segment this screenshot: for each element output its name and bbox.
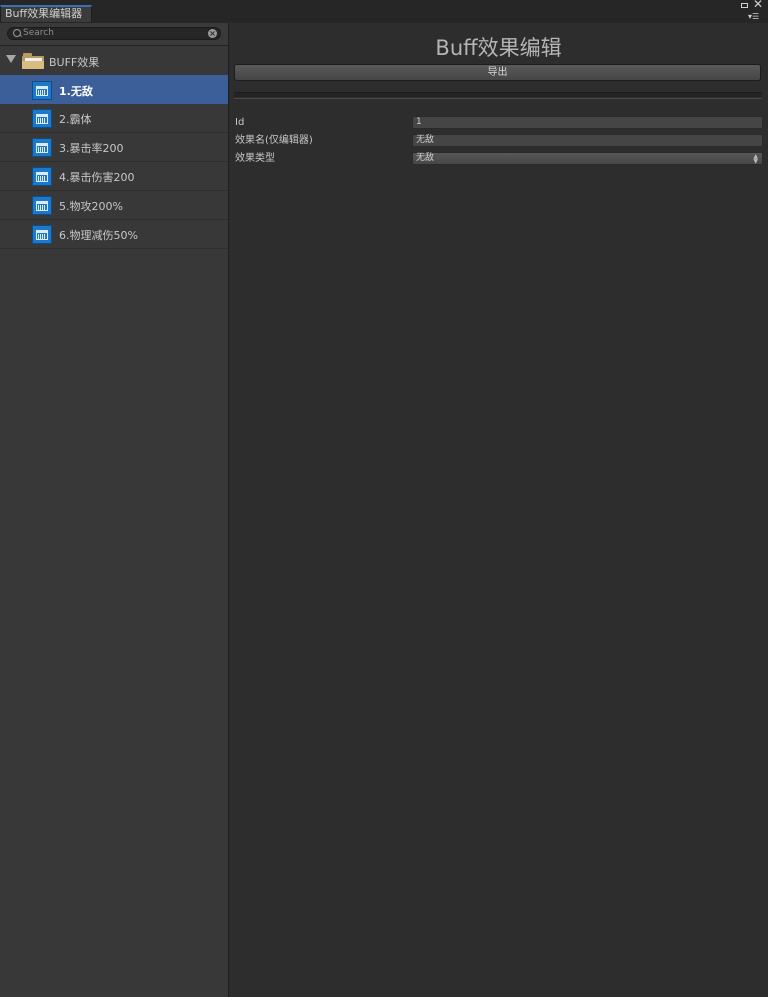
tree-item-4[interactable]: 4.暴击伤害200 — [0, 162, 228, 191]
search-field[interactable]: × — [7, 27, 221, 40]
buff-editor-panel: Buff效果编辑 导出 Id 1 效果名(仅编辑器) 无敌 效果类型 无敌 ▲ ▼ — [229, 23, 768, 997]
tree-root-folder[interactable]: BUFF效果 — [0, 46, 228, 75]
effect-type-select[interactable]: 无敌 ▲ ▼ — [412, 152, 763, 165]
buff-effect-icon — [32, 138, 52, 157]
buff-effect-icon — [32, 167, 52, 186]
search-icon — [13, 29, 21, 37]
tree-item-label: 3.暴击率200 — [59, 142, 124, 155]
divider — [234, 98, 762, 99]
buff-effect-icon — [32, 225, 52, 244]
export-button[interactable]: 导出 — [234, 64, 761, 81]
tree-item-2[interactable]: 2.霸体 — [0, 104, 228, 133]
effect-type-value: 无敌 — [416, 153, 435, 163]
tree-item-6[interactable]: 6.物理减伤50% — [0, 220, 228, 249]
tree-item-label: 5.物攻200% — [59, 200, 123, 213]
editor-tab-bar: Buff效果编辑器 ✕ ▾☰ — [0, 0, 768, 24]
panel-menu-icon[interactable]: ▾☰ — [748, 12, 759, 22]
clear-icon[interactable]: × — [208, 29, 217, 38]
id-label: Id — [235, 117, 245, 128]
buff-effect-icon — [32, 109, 52, 128]
editor-title: Buff效果编辑 — [435, 36, 562, 60]
field-row-type: 效果类型 无敌 ▲ ▼ — [235, 152, 763, 165]
tree-item-1[interactable]: 1.无敌 — [0, 75, 228, 104]
buff-tree-panel: × BUFF效果 1.无敌 2.霸体 3.暴击率200 4.暴击伤害200 — [0, 23, 229, 997]
tree-item-3[interactable]: 3.暴击率200 — [0, 133, 228, 162]
field-row-name: 效果名(仅编辑器) 无敌 — [235, 134, 763, 147]
tree-item-5[interactable]: 5.物攻200% — [0, 191, 228, 220]
maximize-icon[interactable] — [741, 3, 748, 8]
toolbar-separator — [234, 92, 762, 97]
buff-list: 1.无敌 2.霸体 3.暴击率200 4.暴击伤害200 5.物攻200% 6.… — [0, 75, 228, 249]
close-icon[interactable]: ✕ — [753, 0, 763, 10]
folder-icon — [22, 53, 44, 69]
tree-item-label: 4.暴击伤害200 — [59, 171, 135, 184]
tree-root-label: BUFF效果 — [49, 56, 100, 69]
effect-type-label: 效果类型 — [235, 153, 275, 164]
buff-effect-icon — [32, 196, 52, 215]
tree-item-label: 1.无敌 — [59, 85, 93, 98]
tree-item-label: 6.物理减伤50% — [59, 229, 138, 242]
select-arrows-icon: ▲ ▼ — [753, 153, 758, 165]
field-row-id: Id 1 — [235, 116, 763, 129]
id-field[interactable]: 1 — [412, 116, 763, 129]
tree-item-label: 2.霸体 — [59, 113, 92, 126]
triangle-down-icon[interactable] — [6, 55, 16, 63]
buff-effect-icon — [32, 81, 52, 100]
effect-name-label: 效果名(仅编辑器) — [235, 135, 313, 146]
effect-name-field[interactable]: 无敌 — [412, 134, 763, 147]
search-input[interactable] — [23, 28, 203, 39]
editor-tab[interactable]: Buff效果编辑器 — [0, 5, 92, 22]
search-bar: × — [0, 23, 228, 46]
